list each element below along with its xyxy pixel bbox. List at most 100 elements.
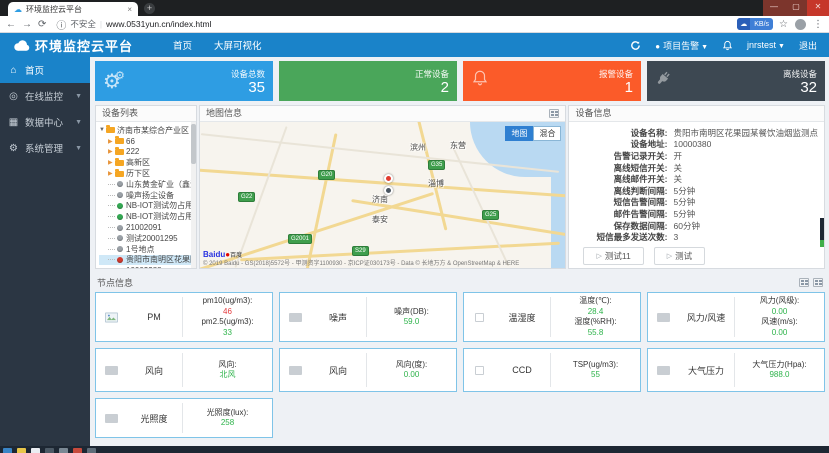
- status-dot-icon: [117, 246, 123, 253]
- menu-item-home[interactable]: 首页: [173, 38, 192, 52]
- node-card-air-pressure[interactable]: 大气压力 大气压力(Hpa): 988.0: [647, 348, 825, 392]
- panel-expand-icon[interactable]: [549, 109, 560, 118]
- stat-label: 设备总数: [230, 68, 265, 79]
- taskbar-app-icon[interactable]: [73, 448, 82, 453]
- node-card-wind-power-speed[interactable]: 风力/风速 风力(风级): 0.00 风速(m/s): 0.00: [647, 292, 825, 342]
- node-card-ccd[interactable]: CCD TSP(ug/m3): 55: [463, 348, 641, 392]
- close-button[interactable]: ✕: [807, 0, 829, 16]
- metric-value: 0.00: [771, 327, 788, 337]
- node-card-noise[interactable]: 噪声 噪声(DB): 59.0: [279, 292, 457, 342]
- map-marker-device[interactable]: [384, 186, 393, 195]
- download-speed-badge[interactable]: ☁ KB/s: [737, 18, 774, 30]
- app-brand[interactable]: 环境监控云平台: [0, 36, 133, 55]
- info-row: 设备名称: 贵阳市南明区花果园某餐饮油烟监测点: [571, 127, 818, 139]
- taskbar-app-icon[interactable]: [45, 448, 54, 453]
- chevron-right-icon[interactable]: ▶: [108, 148, 115, 155]
- map-marker-alarm[interactable]: [384, 174, 393, 183]
- tree-item-folder[interactable]: ▶ 222: [99, 146, 196, 158]
- browser-tab[interactable]: ☁ 环境监控云平台 ×: [8, 2, 138, 16]
- download-speed-text: KB/s: [754, 20, 770, 28]
- metric-value: 55: [591, 370, 600, 379]
- refresh-icon[interactable]: [630, 40, 641, 51]
- tab-close-icon[interactable]: ×: [127, 5, 132, 14]
- test-button[interactable]: ▷ 测试: [653, 246, 706, 265]
- tree-item-device[interactable]: 山东黄金矿业（鑫汇）: [99, 179, 196, 190]
- road-badge: S29: [352, 246, 369, 256]
- stat-card-total-devices: ⚙⚙ 设备总数 35: [95, 61, 273, 101]
- bookmark-star-icon[interactable]: ☆: [779, 19, 788, 30]
- info-icon[interactable]: ⓘ: [56, 17, 66, 32]
- scrollbar-thumb[interactable]: [191, 124, 196, 164]
- taskbar-folder-icon[interactable]: [17, 448, 26, 453]
- minimize-button[interactable]: —: [763, 0, 785, 16]
- project-alarm-dropdown[interactable]: ● 项目告警 ▼: [655, 39, 708, 52]
- tree-item-folder[interactable]: ▶ 历下区: [99, 168, 196, 179]
- tree-item-device[interactable]: 测试20001295: [99, 233, 196, 244]
- taskbar-app-icon[interactable]: [87, 448, 96, 453]
- metric-value: 258: [220, 418, 235, 427]
- tree-scrollbar[interactable]: [191, 122, 196, 268]
- node-card-illuminance[interactable]: 光照度 光照度(lux): 258: [95, 398, 273, 438]
- taskbar-start-icon[interactable]: [3, 448, 12, 453]
- taskbar-app-icon[interactable]: [31, 448, 40, 453]
- tree-item-label: 贵阳市南明区花果园某: [126, 255, 196, 265]
- menu-item-bigscreen[interactable]: 大屏可视化: [214, 38, 262, 52]
- field-value: 5分钟: [673, 208, 696, 219]
- chevron-right-icon[interactable]: ▶: [108, 138, 115, 145]
- taskbar-app-icon[interactable]: [59, 448, 68, 453]
- logout-button[interactable]: 退出: [799, 39, 817, 52]
- field-value: 5分钟: [673, 197, 696, 208]
- node-name: 风力/风速: [686, 312, 726, 323]
- tree-item-device[interactable]: 1号地点: [99, 244, 196, 255]
- sidebar-item-data-center[interactable]: ▦ 数据中心 ▼: [0, 109, 90, 135]
- image-placeholder-icon: [96, 413, 126, 423]
- tree-item-device[interactable]: NB-IOT测试勿占用21: [99, 201, 196, 212]
- node-card-wind-degree[interactable]: 风向 风向(度): 0.00: [279, 348, 457, 392]
- chrome-menu-icon[interactable]: ⋮: [813, 19, 823, 30]
- map-canvas[interactable]: G20 G35 G22 G2001 G25 S29 济南 淄博 滨州 东营 泰安…: [200, 122, 566, 268]
- back-icon[interactable]: ←: [6, 19, 16, 30]
- metric-label: 温度(℃):: [579, 296, 612, 305]
- tree-item-device[interactable]: 21002091: [99, 222, 196, 233]
- tree-item-folder[interactable]: ▶ 高新区: [99, 157, 196, 168]
- tree-item-device[interactable]: NB-IOT测试勿占用21: [99, 211, 196, 222]
- stat-card-normal-devices: 正常设备 2: [279, 61, 457, 101]
- grid-view-icon[interactable]: [799, 277, 809, 287]
- field-value: 关: [673, 162, 682, 173]
- maximize-button[interactable]: ▢: [785, 0, 807, 16]
- tree-item-root[interactable]: ▼ 济南市某综合产业区: [99, 125, 196, 136]
- tree-item-folder[interactable]: ▶ 66: [99, 136, 196, 147]
- user-dropdown[interactable]: jnrstest ▼: [747, 40, 785, 50]
- tree-item-device-selected[interactable]: 贵阳市南明区花果园某: [99, 254, 196, 266]
- info-row: 短信告警间隔: 5分钟: [571, 197, 818, 209]
- tree-item-device[interactable]: 10002388: [99, 265, 196, 268]
- map-type-map-button[interactable]: 地图: [505, 126, 534, 141]
- node-card-temp-humidity[interactable]: 温湿度 温度(℃): 28.4 湿度(%RH): 55.8: [463, 292, 641, 342]
- chevron-right-icon[interactable]: ▶: [108, 159, 115, 166]
- status-dot-icon: [117, 202, 123, 209]
- list-view-icon[interactable]: [813, 277, 823, 287]
- sidebar-item-online-monitor[interactable]: ◎ 在线监控 ▼: [0, 83, 90, 109]
- chevron-down-icon[interactable]: ▼: [99, 127, 106, 133]
- chevron-right-icon[interactable]: ▶: [108, 170, 115, 177]
- sidebar-item-home[interactable]: ⌂ 首页: [0, 57, 90, 83]
- node-card-wind-direction[interactable]: 风向 风向: 北风: [95, 348, 273, 392]
- url-field[interactable]: ⓘ 不安全 | www.0531yun.cn/index.html: [52, 17, 731, 32]
- new-tab-button[interactable]: +: [144, 3, 155, 14]
- forward-icon[interactable]: →: [22, 19, 32, 30]
- tree-item-device[interactable]: 噪声扬尘设备: [99, 190, 196, 201]
- panel-scrollbar-thumb[interactable]: [820, 218, 824, 240]
- home-icon: ⌂: [10, 64, 17, 76]
- test11-button[interactable]: ▷ 测试11: [583, 246, 644, 265]
- reload-icon[interactable]: ⟳: [38, 19, 46, 30]
- field-value: 贵阳市南明区花果园某餐饮油烟监测点: [673, 127, 818, 138]
- map-city-label: 泰安: [372, 215, 388, 224]
- notification-bell-icon[interactable]: [722, 40, 733, 51]
- sidebar-item-system-admin[interactable]: ⚙ 系统管理 ▼: [0, 135, 90, 161]
- profile-avatar[interactable]: [795, 18, 806, 30]
- windows-taskbar[interactable]: [0, 446, 829, 453]
- map-type-hybrid-button[interactable]: 混合: [533, 126, 562, 141]
- tree-connector: [108, 216, 115, 218]
- map-city-label: 滨州: [410, 143, 426, 152]
- node-card-pm[interactable]: PM pm10(ug/m3): 46 pm2.5(ug/m3): 33: [95, 292, 273, 342]
